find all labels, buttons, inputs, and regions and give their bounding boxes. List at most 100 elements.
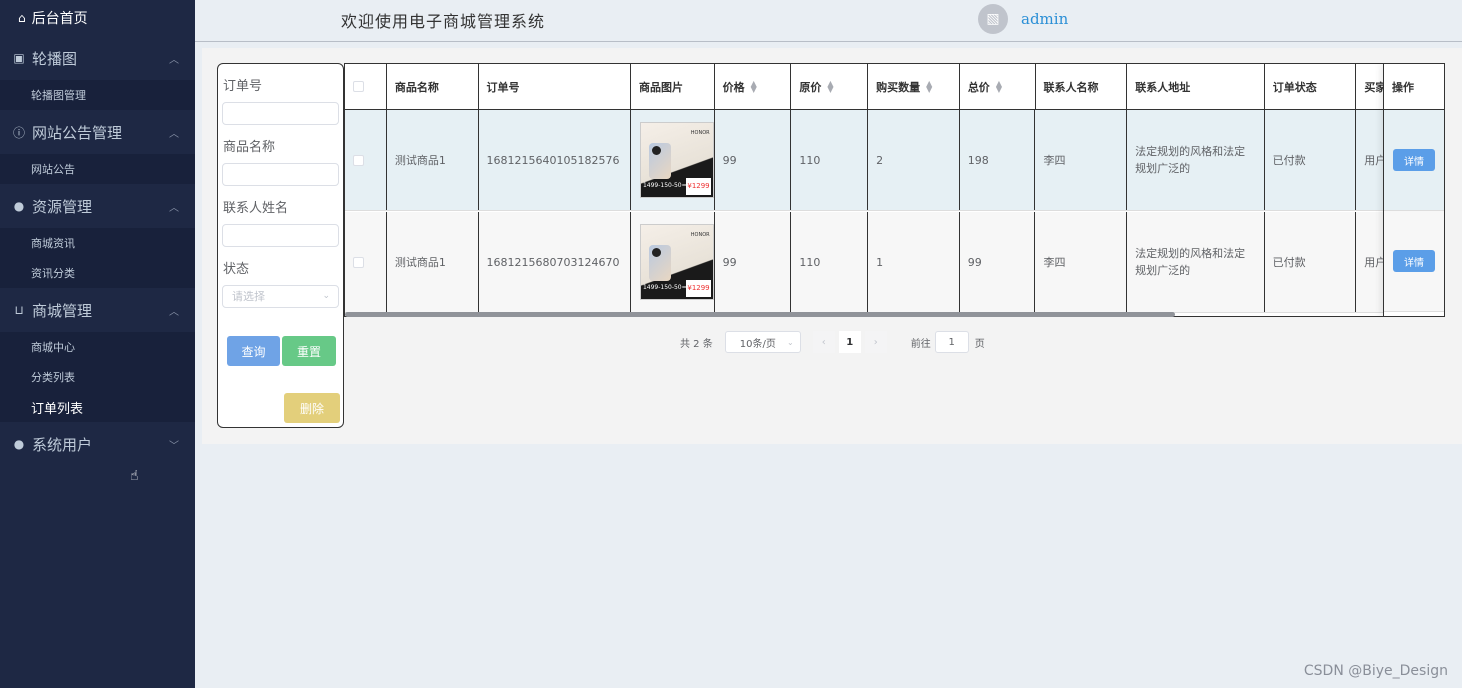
menu-resource[interactable]: ● 资源管理 ︿ bbox=[0, 184, 195, 228]
cell-total: 99 bbox=[960, 212, 1036, 312]
cell-price: 99 bbox=[715, 110, 792, 210]
chevron-down-icon: ⌄ bbox=[787, 337, 794, 347]
orders-table: 商品名称 订单号 商品图片 价格 ▲ ▼ 原价 ▲ ▼ 购买数量 ▲ ▼ 总价 ▲ ▼ 联系人名… bbox=[344, 63, 1445, 317]
sidebar-home-label: 后台首页 bbox=[31, 11, 88, 27]
goto-label: 前往 bbox=[910, 338, 931, 350]
menu-group-resource: ● 资源管理 ︿ 商城资讯 资讯分类 bbox=[0, 184, 195, 288]
cell-address: 法定规划的风格和法定规划广泛的 bbox=[1127, 212, 1265, 312]
table-row: 测试商品1 1681215680703124670 HONOR 1499-150… bbox=[345, 212, 1444, 313]
chevron-down-icon: ﹀ bbox=[169, 440, 179, 452]
menu-group-users: ● 系统用户 ﹀ bbox=[0, 422, 195, 466]
cell-order-no: 1681215640105182576 bbox=[479, 110, 631, 210]
menu-group-shop: ⊔ 商城管理 ︿ 商城中心 分类列表 订单列表 bbox=[0, 288, 195, 422]
cell-contact: 李四 bbox=[1035, 212, 1128, 312]
col-total[interactable]: 总价 ▲ ▼ bbox=[960, 64, 1036, 109]
contact-name-input[interactable] bbox=[222, 224, 339, 247]
row-checkbox[interactable] bbox=[353, 256, 364, 268]
menu-shop-label: 商城管理 bbox=[32, 301, 93, 320]
chevron-up-icon: ︿ bbox=[169, 306, 179, 318]
thumb-band: 1499-150-50= bbox=[642, 284, 687, 291]
thumb-price: ¥1299 bbox=[686, 280, 711, 297]
row-select-cell bbox=[345, 212, 387, 312]
product-name-input[interactable] bbox=[222, 163, 339, 186]
ops-column: 操作 详情 详情 bbox=[1383, 64, 1444, 316]
top-bar: 欢迎使用电子商城管理系统 ▧ admin bbox=[195, 0, 1462, 42]
col-price-label: 价格 bbox=[722, 80, 745, 94]
page-number-current[interactable]: 1 bbox=[838, 331, 861, 353]
ops-cell: 详情 bbox=[1384, 110, 1444, 211]
cell-orig-price: 110 bbox=[791, 110, 869, 210]
detail-button[interactable]: 详情 bbox=[1393, 250, 1435, 272]
home-icon: ⌂ bbox=[18, 11, 26, 25]
menu-users[interactable]: ● 系统用户 ﹀ bbox=[0, 422, 195, 466]
delete-button[interactable]: 删除 bbox=[284, 393, 340, 423]
menu-notice-label: 网站公告管理 bbox=[32, 123, 123, 142]
image-placeholder-icon: ▧ bbox=[986, 11, 1000, 27]
cell-status: 已付款 bbox=[1265, 110, 1357, 210]
pagination-total: 共 2 条 bbox=[680, 338, 713, 350]
prev-page-button[interactable]: ‹ bbox=[812, 331, 835, 353]
sort-icon[interactable]: ▲ ▼ bbox=[996, 79, 1002, 93]
next-page-button[interactable]: › bbox=[864, 331, 887, 353]
thumb-price: ¥1299 bbox=[686, 178, 711, 195]
cell-qty: 1 bbox=[868, 212, 960, 312]
menu-group-carousel: ▣ 轮播图 ︿ 轮播图管理 bbox=[0, 36, 195, 110]
reset-button[interactable]: 重置 bbox=[282, 336, 336, 366]
sidebar-item-shop-center[interactable]: 商城中心 bbox=[0, 332, 195, 362]
avatar[interactable]: ▧ bbox=[978, 4, 1008, 34]
sort-icon[interactable]: ▲ ▼ bbox=[926, 79, 932, 93]
query-button[interactable]: 查询 bbox=[227, 336, 280, 366]
sidebar-item-news[interactable]: 商城资讯 bbox=[0, 228, 195, 258]
col-contact: 联系人名称 bbox=[1036, 64, 1128, 109]
col-address: 联系人地址 bbox=[1127, 64, 1265, 109]
cart-icon: ⊔ bbox=[14, 303, 24, 317]
menu-notice[interactable]: ⓘ 网站公告管理 ︿ bbox=[0, 110, 195, 154]
status-label: 状态 bbox=[223, 262, 250, 277]
col-orig-price-label: 原价 bbox=[799, 80, 822, 94]
menu-carousel[interactable]: ▣ 轮播图 ︿ bbox=[0, 36, 195, 80]
col-orig-price[interactable]: 原价 ▲ ▼ bbox=[791, 64, 869, 109]
order-no-label: 订单号 bbox=[223, 79, 263, 94]
col-product-name: 商品名称 bbox=[387, 64, 479, 109]
select-all-checkbox[interactable] bbox=[353, 81, 364, 92]
sidebar: ⌂ 后台首页 ▣ 轮播图 ︿ 轮播图管理 ⓘ 网站公告管理 ︿ 网站公告 ● 资… bbox=[0, 0, 195, 688]
col-price[interactable]: 价格 ▲ ▼ bbox=[715, 64, 792, 109]
order-no-input[interactable] bbox=[222, 102, 339, 125]
menu-shop[interactable]: ⊔ 商城管理 ︿ bbox=[0, 288, 195, 332]
col-qty[interactable]: 购买数量 ▲ ▼ bbox=[868, 64, 960, 109]
chevron-up-icon: ︿ bbox=[169, 128, 179, 140]
product-name-label: 商品名称 bbox=[223, 140, 276, 155]
table-row: 测试商品1 1681215640105182576 HONOR 1499-150… bbox=[345, 110, 1444, 211]
sidebar-item-category-list[interactable]: 分类列表 bbox=[0, 362, 195, 392]
sidebar-item-notice[interactable]: 网站公告 bbox=[0, 154, 195, 184]
status-select[interactable]: 请选择 ⌄ bbox=[222, 285, 339, 308]
cell-image: HONOR 1499-150-50= ¥1299 bbox=[631, 212, 715, 312]
page-size-select[interactable]: 10条/页 ⌄ bbox=[724, 331, 801, 353]
sidebar-item-news-category[interactable]: 资讯分类 bbox=[0, 258, 195, 288]
sidebar-home[interactable]: ⌂ 后台首页 bbox=[0, 0, 195, 36]
sort-icon[interactable]: ▲ ▼ bbox=[751, 79, 757, 93]
sidebar-item-carousel-manage[interactable]: 轮播图管理 bbox=[0, 80, 195, 110]
goto-page-input[interactable]: 1 bbox=[934, 331, 969, 353]
table-header: 商品名称 订单号 商品图片 价格 ▲ ▼ 原价 ▲ ▼ 购买数量 ▲ ▼ 总价 ▲ ▼ 联系人名… bbox=[345, 64, 1444, 110]
chevron-up-icon: ︿ bbox=[169, 54, 179, 66]
menu-carousel-label: 轮播图 bbox=[32, 49, 78, 68]
page-unit-label: 页 bbox=[974, 338, 985, 350]
filter-panel: 订单号 商品名称 联系人姓名 状态 请选择 ⌄ 查询 重置 删除 bbox=[217, 63, 344, 428]
detail-button[interactable]: 详情 bbox=[1393, 149, 1435, 171]
cell-total: 198 bbox=[960, 110, 1036, 210]
sort-icon[interactable]: ▲ ▼ bbox=[827, 79, 833, 93]
col-qty-label: 购买数量 bbox=[876, 80, 921, 94]
col-order-no: 订单号 bbox=[479, 64, 631, 109]
username[interactable]: admin bbox=[1021, 10, 1068, 28]
row-checkbox[interactable] bbox=[353, 154, 364, 166]
sidebar-item-order-list[interactable]: 订单列表 bbox=[0, 392, 195, 422]
menu-users-label: 系统用户 bbox=[32, 435, 93, 454]
thumb-band: 1499-150-50= bbox=[642, 182, 687, 189]
col-ops: 操作 bbox=[1384, 64, 1444, 110]
product-thumbnail[interactable]: HONOR 1499-150-50= ¥1299 bbox=[639, 224, 714, 300]
table-horizontal-scrollbar[interactable] bbox=[345, 312, 1175, 317]
pagination: 共 2 条 10条/页 ⌄ ‹ 1 › 前往 1 页 bbox=[680, 331, 985, 353]
product-thumbnail[interactable]: HONOR 1499-150-50= ¥1299 bbox=[639, 122, 714, 198]
row-select-cell bbox=[345, 110, 387, 210]
